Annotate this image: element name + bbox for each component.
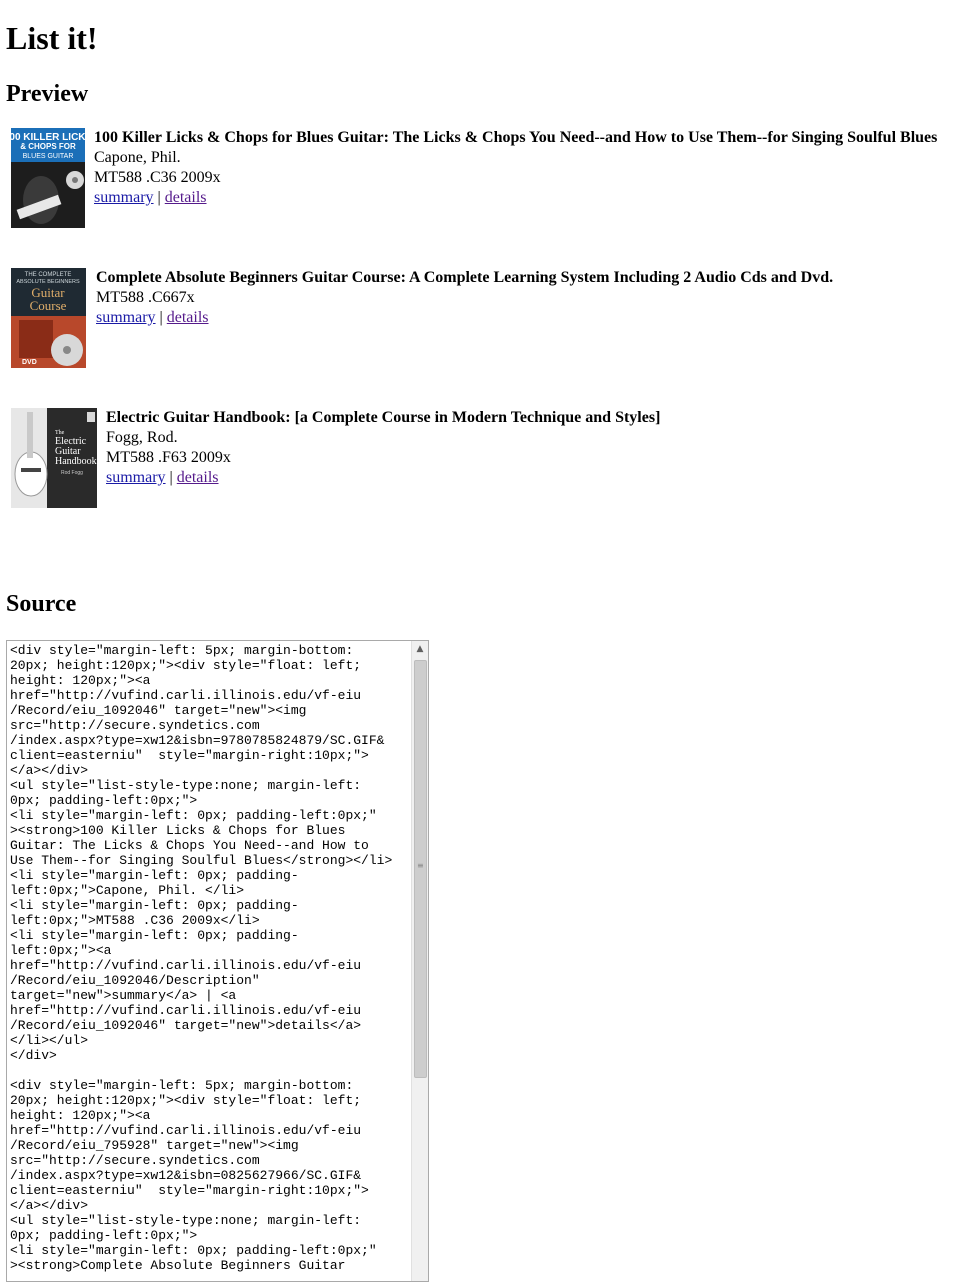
record-title: Electric Guitar Handbook: [a Complete Co…	[106, 409, 661, 426]
link-separator: |	[169, 469, 173, 486]
record-links: summary | details	[96, 308, 833, 328]
summary-link[interactable]: summary	[96, 309, 156, 326]
book-cover-blues-guitar-icon[interactable]: 100 KILLER LICKS & CHOPS FOR BLUES GUITA…	[11, 128, 85, 228]
record-call-number: MT588 .C667x	[96, 289, 195, 306]
summary-link[interactable]: summary	[94, 189, 154, 206]
details-link[interactable]: details	[177, 469, 219, 486]
scroll-up-arrow-icon[interactable]: ▲	[412, 641, 428, 658]
cover-text: Course	[30, 298, 67, 313]
record-links: summary | details	[106, 468, 660, 488]
book-cover-electric-guitar-icon[interactable]: The Electric Guitar Handbook Rod Fogg	[11, 408, 97, 508]
record-call-number: MT588 .C36 2009x	[94, 169, 221, 186]
scrollbar-thumb[interactable]: ≡	[414, 660, 427, 1078]
record-author: Fogg, Rod.	[106, 429, 178, 446]
record-call-number: MT588 .F63 2009x	[106, 449, 231, 466]
link-separator: |	[157, 189, 161, 206]
record-links: summary | details	[94, 188, 937, 208]
cover-text: Rod Fogg	[61, 470, 83, 476]
preview-heading: Preview	[6, 81, 89, 107]
cover-text: Handbook	[55, 456, 97, 467]
record-details: 100 Killer Licks & Chops for Blues Guita…	[94, 128, 937, 208]
record-author: Capone, Phil.	[94, 149, 181, 166]
summary-link[interactable]: summary	[106, 469, 166, 486]
link-separator: |	[159, 309, 163, 326]
record-title: 100 Killer Licks & Chops for Blues Guita…	[94, 129, 938, 146]
record-details: Electric Guitar Handbook: [a Complete Co…	[106, 408, 660, 488]
cover-text: BLUES GUITAR	[23, 153, 74, 160]
vertical-scrollbar[interactable]: ▲ ≡	[411, 641, 428, 1281]
page-title: List it!	[6, 20, 98, 56]
details-link[interactable]: details	[165, 189, 207, 206]
source-textarea[interactable]: <div style="margin-left: 5px; margin-bot…	[6, 640, 429, 1282]
record-title: Complete Absolute Beginners Guitar Cours…	[96, 269, 834, 286]
book-cover-guitar-course-icon[interactable]: THE COMPLETE ABSOLUTE BEGINNERS Guitar C…	[11, 268, 86, 368]
cover-text: DVD	[22, 359, 37, 366]
source-code-text[interactable]: <div style="margin-left: 5px; margin-bot…	[10, 643, 412, 1273]
record-details: Complete Absolute Beginners Guitar Cours…	[96, 268, 833, 328]
details-link[interactable]: details	[167, 309, 209, 326]
scroll-grip-icon: ≡	[417, 861, 424, 870]
source-heading: Source	[6, 591, 77, 617]
cover-text: THE COMPLETE	[25, 272, 72, 278]
cover-text: & CHOPS FOR	[20, 142, 76, 151]
